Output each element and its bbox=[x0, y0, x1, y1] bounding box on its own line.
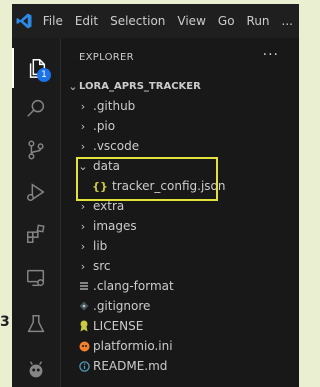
workspace-root-label: LORA_APRS_TRACKER bbox=[79, 80, 201, 92]
source-control-icon[interactable] bbox=[12, 130, 60, 170]
menu-more[interactable]: ... bbox=[276, 14, 299, 28]
tree-item-label: .gitignore bbox=[93, 299, 151, 313]
tree-item-images[interactable]: › images bbox=[61, 216, 299, 236]
chevron-right-icon: › bbox=[80, 199, 86, 213]
tree-item-readme[interactable]: README.md bbox=[61, 356, 299, 376]
info-file-icon bbox=[75, 360, 93, 372]
search-icon[interactable] bbox=[12, 88, 60, 128]
run-debug-icon[interactable] bbox=[12, 172, 60, 212]
chevron-right-icon: › bbox=[80, 139, 86, 153]
tree-item-label: .pio bbox=[93, 119, 116, 133]
menu-edit[interactable]: Edit bbox=[69, 14, 104, 28]
tree-item-label: tracker_config.json bbox=[112, 179, 226, 193]
tree-item-label: data bbox=[93, 159, 121, 173]
menu-go[interactable]: Go bbox=[212, 14, 241, 28]
tree-item-tracker-config[interactable]: {} tracker_config.json bbox=[61, 176, 299, 196]
explorer-icon[interactable]: 1 bbox=[12, 48, 60, 88]
platformio-icon[interactable] bbox=[12, 350, 60, 387]
tree-item-label: .github bbox=[93, 99, 136, 113]
tree-item-clang-format[interactable]: .clang-format bbox=[61, 276, 299, 296]
tree-item-label: README.md bbox=[93, 359, 168, 373]
chevron-right-icon: › bbox=[80, 119, 86, 133]
tree-item-lib[interactable]: › lib bbox=[61, 236, 299, 256]
vscode-window: File Edit Selection View Go Run ... 1 EX… bbox=[12, 4, 299, 387]
remote-explorer-icon[interactable] bbox=[12, 258, 60, 298]
tree-item-label: extra bbox=[93, 199, 125, 213]
activity-bar: 1 bbox=[12, 38, 61, 387]
tree-item-gitignore[interactable]: .gitignore bbox=[61, 296, 299, 316]
tree-item-label: lib bbox=[93, 239, 108, 253]
extensions-icon[interactable] bbox=[12, 214, 60, 254]
tree-item-label: src bbox=[93, 259, 111, 273]
title-bar: File Edit Selection View Go Run ... bbox=[12, 4, 299, 38]
chevron-down-icon: ⌄ bbox=[68, 79, 78, 93]
json-file-icon: {} bbox=[92, 179, 108, 193]
tree-item-data[interactable]: ⌄ data bbox=[61, 156, 299, 176]
tree-item-label: images bbox=[93, 219, 137, 233]
chevron-right-icon: › bbox=[80, 219, 86, 233]
menu-file[interactable]: File bbox=[37, 14, 69, 28]
menu-view[interactable]: View bbox=[171, 14, 211, 28]
tree-item-pio[interactable]: › .pio bbox=[61, 116, 299, 136]
chevron-down-icon: ⌄ bbox=[78, 159, 88, 173]
chevron-right-icon: › bbox=[80, 259, 86, 273]
chevron-right-icon: › bbox=[80, 99, 86, 113]
lines-file-icon bbox=[75, 281, 93, 291]
tree-item-src[interactable]: › src bbox=[61, 256, 299, 276]
menu-bar: File Edit Selection View Go Run ... bbox=[37, 14, 299, 28]
tree-item-extra[interactable]: › extra bbox=[61, 196, 299, 216]
more-actions-button[interactable]: ··· bbox=[263, 47, 279, 63]
tree-item-github[interactable]: › .github bbox=[61, 96, 299, 116]
platformio-file-icon bbox=[75, 341, 93, 352]
tree-item-label: .clang-format bbox=[93, 279, 174, 293]
tree-item-license[interactable]: LICENSE bbox=[61, 316, 299, 336]
menu-run[interactable]: Run bbox=[241, 14, 276, 28]
license-file-icon bbox=[75, 320, 93, 332]
tree-item-vscode[interactable]: › .vscode bbox=[61, 136, 299, 156]
workspace-root[interactable]: ⌄ LORA_APRS_TRACKER bbox=[61, 76, 299, 96]
explorer-badge: 1 bbox=[37, 68, 51, 82]
tree-item-platformio-ini[interactable]: platformio.ini bbox=[61, 336, 299, 356]
git-file-icon bbox=[75, 301, 93, 311]
tree-item-label: .vscode bbox=[93, 139, 140, 153]
explorer-title: EXPLORER bbox=[79, 52, 134, 63]
chevron-right-icon: › bbox=[80, 239, 86, 253]
menu-selection[interactable]: Selection bbox=[104, 14, 171, 28]
testing-icon[interactable] bbox=[12, 304, 60, 344]
edge-mark: 3 bbox=[0, 314, 10, 330]
tree-item-label: platformio.ini bbox=[93, 339, 173, 353]
vscode-logo-icon bbox=[12, 4, 37, 38]
explorer-panel: EXPLORER ··· ⌄ LORA_APRS_TRACKER › .gith… bbox=[61, 38, 299, 387]
tree-item-label: LICENSE bbox=[93, 319, 144, 333]
